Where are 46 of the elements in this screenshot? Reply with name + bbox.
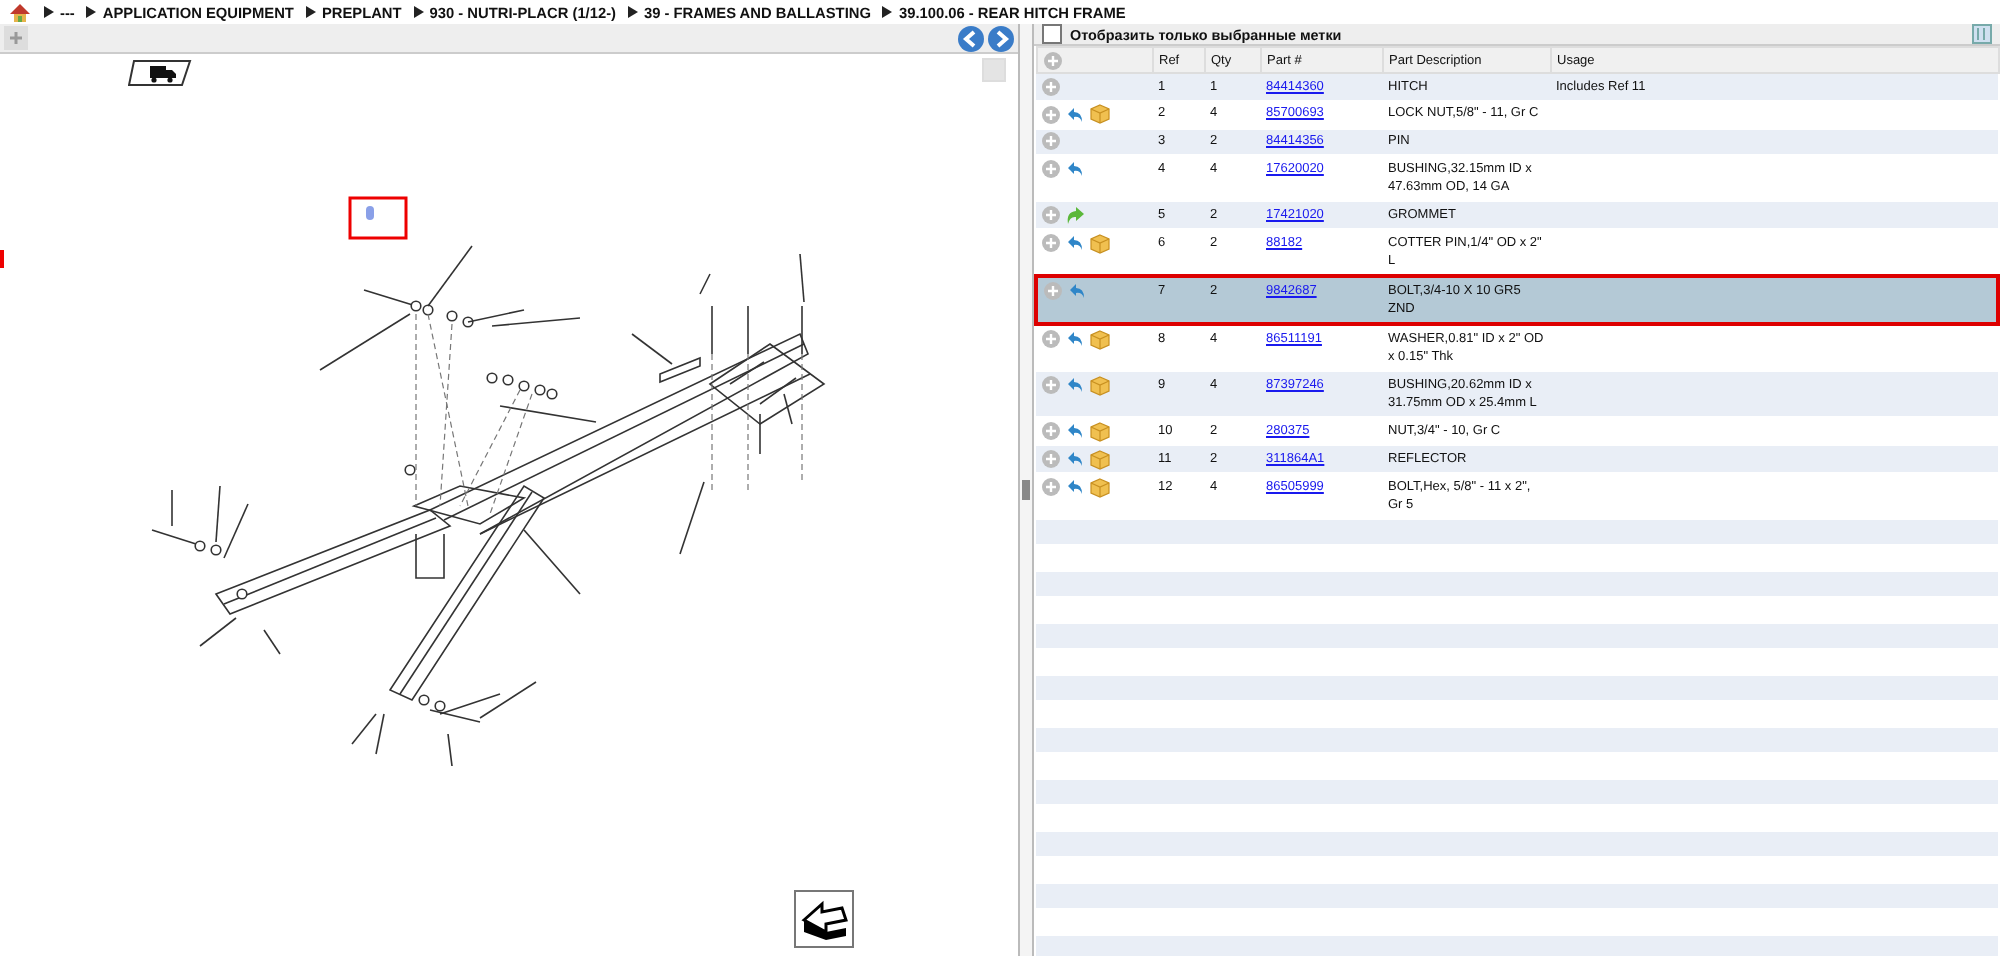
triangle-icon [413,6,424,18]
box-icon[interactable] [1090,104,1110,124]
box-icon[interactable] [1090,233,1110,253]
add-icon[interactable] [1042,450,1060,468]
triangle-icon [305,6,316,18]
return-arrow-icon[interactable] [1066,105,1084,123]
truck-icon[interactable] [128,60,192,86]
box-icon[interactable] [1090,449,1110,469]
return-button[interactable] [794,890,854,948]
box-icon[interactable] [1090,329,1110,349]
forward-arrow-icon[interactable] [1066,205,1086,225]
return-arrow-icon[interactable] [1066,376,1084,394]
add-icon[interactable] [1044,281,1062,299]
splitter-handle[interactable] [1022,480,1030,500]
triangle-icon [882,6,893,18]
home-icon[interactable] [8,2,32,22]
add-icon[interactable] [1042,422,1060,440]
plus-icon [8,30,24,46]
return-arrow-icon[interactable] [1066,422,1084,440]
add-icon[interactable] [1042,105,1060,123]
add-icon[interactable] [1042,234,1060,252]
box-icon[interactable] [1090,375,1110,395]
hotspot-highlight[interactable] [348,196,408,240]
add-icon[interactable] [1042,77,1060,95]
arrow-icon [798,895,850,943]
add-icon[interactable] [1042,206,1060,224]
triangle-icon [628,6,638,18]
add-icon[interactable] [1042,159,1060,177]
filter-checkbox[interactable] [1042,24,1062,44]
box-icon[interactable] [1090,421,1110,441]
box-icon[interactable] [1090,477,1110,497]
return-arrow-icon[interactable] [1066,330,1084,348]
return-arrow-icon[interactable] [1066,478,1084,496]
return-arrow-icon[interactable] [1066,234,1084,252]
add-icon[interactable] [1042,376,1060,394]
triangle-icon [44,6,54,18]
return-arrow-icon[interactable] [1066,159,1084,177]
position-marker [0,250,4,268]
add-icon[interactable] [1042,330,1060,348]
add-icon[interactable] [1042,478,1060,496]
return-arrow-icon[interactable] [1068,281,1086,299]
add-icon[interactable] [1043,51,1061,69]
add-icon[interactable] [1042,132,1060,150]
return-arrow-icon[interactable] [1066,450,1084,468]
triangle-icon [86,6,97,18]
grid-icon[interactable] [1972,24,1992,44]
